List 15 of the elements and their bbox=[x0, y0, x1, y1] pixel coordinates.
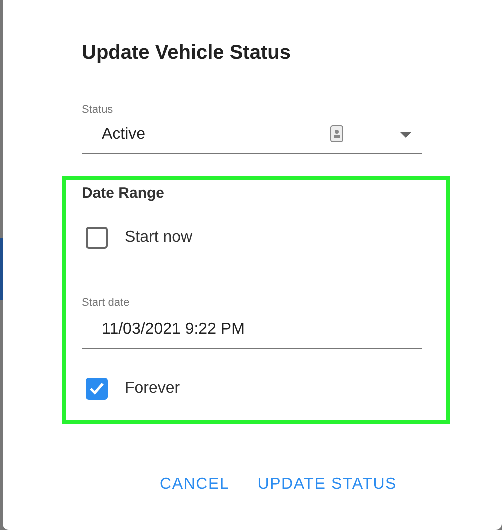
checkbox-label: Start now bbox=[125, 229, 193, 247]
select-value: Active bbox=[102, 126, 146, 144]
caret-icon bbox=[400, 132, 412, 138]
status-select[interactable]: Status Active bbox=[82, 100, 422, 154]
contact-card-icon bbox=[330, 125, 344, 143]
dialog-title: Update Vehicle Status bbox=[82, 42, 292, 66]
checkbox[interactable] bbox=[86, 227, 108, 249]
check-icon bbox=[89, 382, 105, 396]
section-title: Date Range bbox=[82, 185, 165, 202]
field-label: Start date bbox=[82, 297, 130, 309]
date-field[interactable]: Start date 11/03/2021 9:22 PM bbox=[82, 293, 422, 349]
checkbox-label: Forever bbox=[125, 380, 180, 398]
field-value: 11/03/2021 9:22 PM bbox=[102, 321, 245, 339]
field-label: Status bbox=[82, 104, 114, 116]
checkbox[interactable] bbox=[86, 378, 108, 400]
